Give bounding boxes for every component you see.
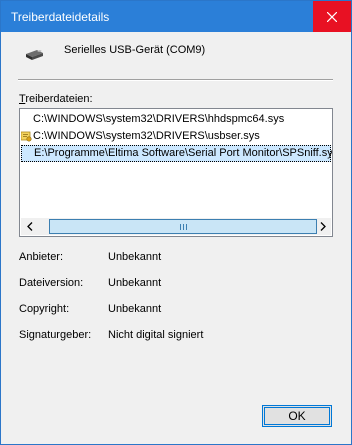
signed-certificate-icon <box>21 131 32 142</box>
scroll-right-button[interactable] <box>314 218 331 235</box>
file-path: E:\Programme\Eltima Software\Serial Port… <box>34 147 333 159</box>
copyright-value: Unbekannt <box>108 303 162 315</box>
signer-label: Signaturgeber: <box>19 329 92 341</box>
list-item[interactable]: E:\Programme\Eltima Software\Serial Port… <box>21 145 333 162</box>
provider-label: Anbieter: <box>19 251 64 263</box>
file-version-label: Dateiversion: <box>19 277 84 289</box>
separator <box>18 79 333 81</box>
usb-device-icon <box>26 50 43 60</box>
signer-value: Nicht digital signiert <box>108 329 204 341</box>
chevron-left-icon <box>26 222 32 231</box>
file-path: C:\WINDOWS\system32\DRIVERS\usbser.sys <box>33 130 260 142</box>
title-bar[interactable]: Treiberdateidetails <box>1 1 351 32</box>
close-button[interactable] <box>313 1 351 32</box>
ok-button[interactable]: OK <box>262 405 332 427</box>
scroll-thumb[interactable] <box>49 219 317 234</box>
device-name: Serielles USB-Gerät (COM9) <box>64 44 206 56</box>
copyright-label: Copyright: <box>19 303 70 315</box>
driver-files-list[interactable]: C:\WINDOWS\system32\DRIVERS\hhdspmc64.sy… <box>19 108 333 237</box>
file-version-value: Unbekannt <box>108 277 162 289</box>
provider-value: Unbekannt <box>108 251 162 263</box>
grip-icon <box>179 223 187 230</box>
chevron-right-icon <box>320 222 326 231</box>
file-path: C:\WINDOWS\system32\DRIVERS\hhdspmc64.sy… <box>33 113 285 125</box>
driver-file-details-dialog: Treiberdateidetails Serielles USB-Gerät … <box>0 0 352 445</box>
horizontal-scrollbar[interactable] <box>21 218 331 235</box>
driver-files-label: Treiberdateien: <box>19 93 93 105</box>
window-title: Treiberdateidetails <box>11 10 110 24</box>
scroll-left-button[interactable] <box>21 218 38 235</box>
close-icon <box>327 11 337 22</box>
focus-border <box>264 407 330 425</box>
